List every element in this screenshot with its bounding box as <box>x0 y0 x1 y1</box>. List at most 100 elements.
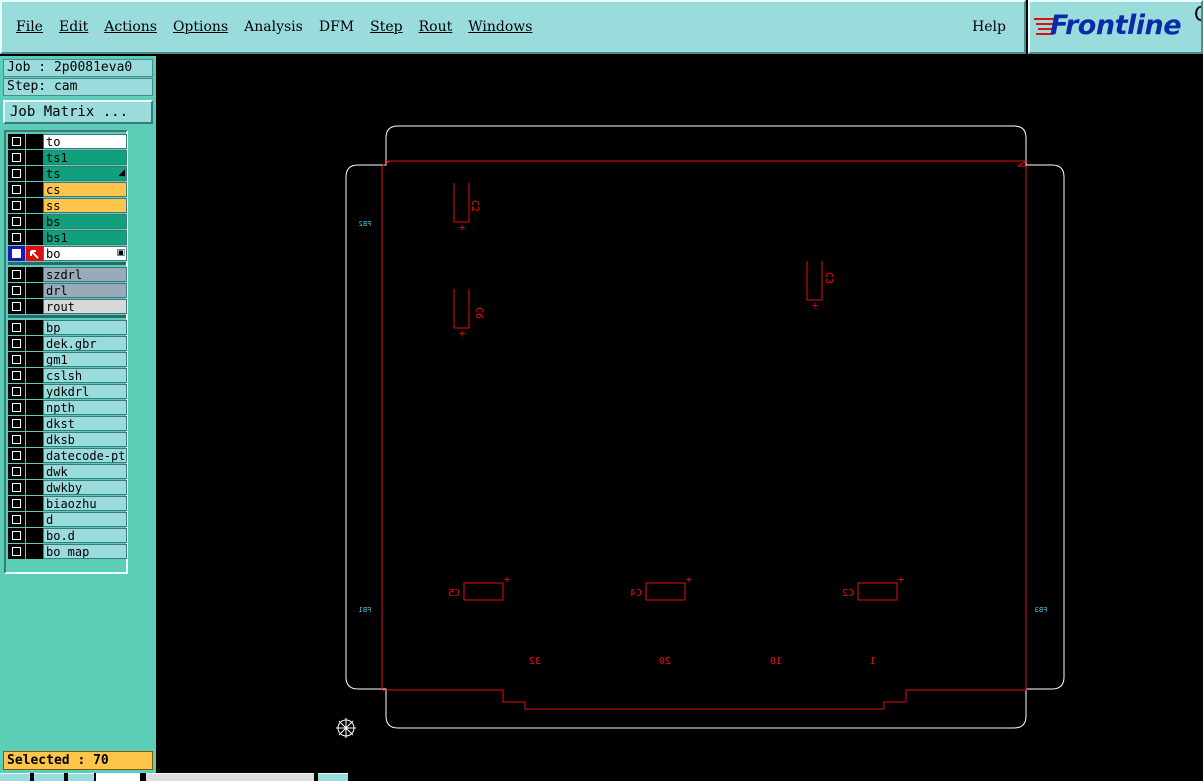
layer-display-checkbox[interactable] <box>8 480 25 495</box>
layer-name[interactable]: datecode-pto <box>43 448 127 463</box>
layer-row[interactable]: biaozhu <box>8 496 127 511</box>
layer-row[interactable]: szdrl <box>8 267 127 282</box>
layer-affected-toggle[interactable] <box>26 480 43 495</box>
layer-row[interactable]: dwk <box>8 464 127 479</box>
layer-display-checkbox[interactable] <box>8 299 25 314</box>
layer-name[interactable]: bs <box>43 214 127 229</box>
layer-name[interactable]: dkst <box>43 416 127 431</box>
layer-row[interactable]: dkst <box>8 416 127 431</box>
layer-row[interactable]: dek.gbr <box>8 336 127 351</box>
layer-display-checkbox[interactable] <box>8 496 25 511</box>
menu-rout[interactable]: Rout <box>419 19 453 35</box>
layer-affected-toggle[interactable] <box>26 267 43 282</box>
layer-affected-toggle[interactable] <box>26 198 43 213</box>
layer-row[interactable]: datecode-pto <box>8 448 127 463</box>
layer-affected-toggle[interactable] <box>26 528 43 543</box>
layer-row[interactable]: bs1 <box>8 230 127 245</box>
layer-name[interactable]: ydkdrl <box>43 384 127 399</box>
layer-display-checkbox[interactable] <box>8 384 25 399</box>
layer-row[interactable]: ts ◢ <box>8 166 127 181</box>
layer-affected-toggle[interactable] <box>26 400 43 415</box>
layer-affected-toggle[interactable] <box>26 299 43 314</box>
layer-name[interactable]: d <box>43 512 127 527</box>
layer-name[interactable]: bo.d <box>43 528 127 543</box>
layer-display-checkbox[interactable] <box>8 198 25 213</box>
layer-name[interactable]: bp <box>43 320 127 335</box>
layer-affected-toggle[interactable] <box>26 368 43 383</box>
layer-name[interactable]: dwkby <box>43 480 127 495</box>
layer-name[interactable]: cslsh <box>43 368 127 383</box>
layer-display-checkbox[interactable] <box>8 368 25 383</box>
layer-display-checkbox[interactable] <box>8 544 25 559</box>
menu-analysis[interactable]: Analysis <box>244 19 303 35</box>
layer-affected-toggle[interactable] <box>26 320 43 335</box>
layer-display-checkbox[interactable] <box>8 214 25 229</box>
layer-name[interactable]: biaozhu <box>43 496 127 511</box>
layer-name[interactable]: bo_map <box>43 544 127 559</box>
layer-name[interactable]: ts <box>43 166 127 181</box>
layer-display-checkbox[interactable] <box>8 320 25 335</box>
layer-name[interactable]: rout <box>43 299 127 314</box>
layer-display-checkbox[interactable] <box>8 336 25 351</box>
layer-display-checkbox[interactable] <box>8 512 25 527</box>
layer-display-checkbox[interactable] <box>8 432 25 447</box>
layer-affected-toggle[interactable] <box>26 336 43 351</box>
layer-display-checkbox[interactable] <box>8 267 25 282</box>
layer-row[interactable]: gm1 <box>8 352 127 367</box>
layer-row[interactable]: bs <box>8 214 127 229</box>
layer-name[interactable]: bs1 <box>43 230 127 245</box>
layer-affected-toggle[interactable] <box>26 512 43 527</box>
layer-name[interactable]: ts1 <box>43 150 127 165</box>
layer-display-checkbox[interactable] <box>8 182 25 197</box>
layer-display-checkbox[interactable] <box>8 400 25 415</box>
layer-affected-toggle[interactable] <box>26 352 43 367</box>
layer-name[interactable]: npth <box>43 400 127 415</box>
layer-display-checkbox[interactable] <box>8 448 25 463</box>
layer-display-checkbox[interactable] <box>8 166 25 181</box>
layer-row[interactable]: bo_map <box>8 544 127 559</box>
layer-affected-toggle[interactable] <box>26 230 43 245</box>
menu-help[interactable]: Help <box>972 19 1006 35</box>
layer-affected-toggle[interactable] <box>26 166 43 181</box>
menu-step[interactable]: Step <box>370 19 402 35</box>
menu-edit[interactable]: Edit <box>59 19 88 35</box>
layer-row[interactable]: ss <box>8 198 127 213</box>
layer-row[interactable]: drl <box>8 283 127 298</box>
layer-row[interactable]: bp <box>8 320 127 335</box>
layer-display-checkbox[interactable] <box>8 352 25 367</box>
layer-name[interactable]: cs <box>43 182 127 197</box>
layer-affected-toggle[interactable] <box>26 448 43 463</box>
affected-arrow-icon[interactable] <box>26 246 43 261</box>
layer-display-checkbox[interactable] <box>8 134 25 149</box>
layer-row[interactable]: to <box>8 134 127 149</box>
layer-row[interactable]: dksb <box>8 432 127 447</box>
layer-affected-toggle[interactable] <box>26 384 43 399</box>
layer-affected-toggle[interactable] <box>26 134 43 149</box>
layer-display-checkbox[interactable] <box>8 528 25 543</box>
layer-row[interactable]: bo.d <box>8 528 127 543</box>
layer-name[interactable]: dwk <box>43 464 127 479</box>
menu-file[interactable]: File <box>16 19 43 35</box>
layer-row[interactable]: bo ▣ <box>8 246 127 261</box>
layer-affected-toggle[interactable] <box>26 182 43 197</box>
layer-affected-toggle[interactable] <box>26 214 43 229</box>
layer-affected-toggle[interactable] <box>26 283 43 298</box>
layer-name[interactable]: gm1 <box>43 352 127 367</box>
layer-name[interactable]: szdrl <box>43 267 127 282</box>
layer-affected-toggle[interactable] <box>26 496 43 511</box>
layer-name[interactable]: bo <box>43 246 127 261</box>
layer-row[interactable]: d <box>8 512 127 527</box>
graphic-canvas[interactable]: + C2 + C6 + C3 + C5 + C4 + C2 32 20 10 1 FB2 FB1 FB3 <box>156 56 1203 773</box>
menu-actions[interactable]: Actions <box>104 19 157 35</box>
menu-dfm[interactable]: DFM <box>319 19 354 35</box>
layer-affected-toggle[interactable] <box>26 544 43 559</box>
menu-options[interactable]: Options <box>173 19 228 35</box>
layer-name[interactable]: dksb <box>43 432 127 447</box>
layer-affected-toggle[interactable] <box>26 150 43 165</box>
layer-display-checkbox[interactable] <box>8 230 25 245</box>
layer-affected-toggle[interactable] <box>26 464 43 479</box>
job-matrix-button[interactable]: Job Matrix ... <box>3 100 153 124</box>
layer-row[interactable]: cs <box>8 182 127 197</box>
layer-name[interactable]: drl <box>43 283 127 298</box>
layer-row[interactable]: rout <box>8 299 127 314</box>
